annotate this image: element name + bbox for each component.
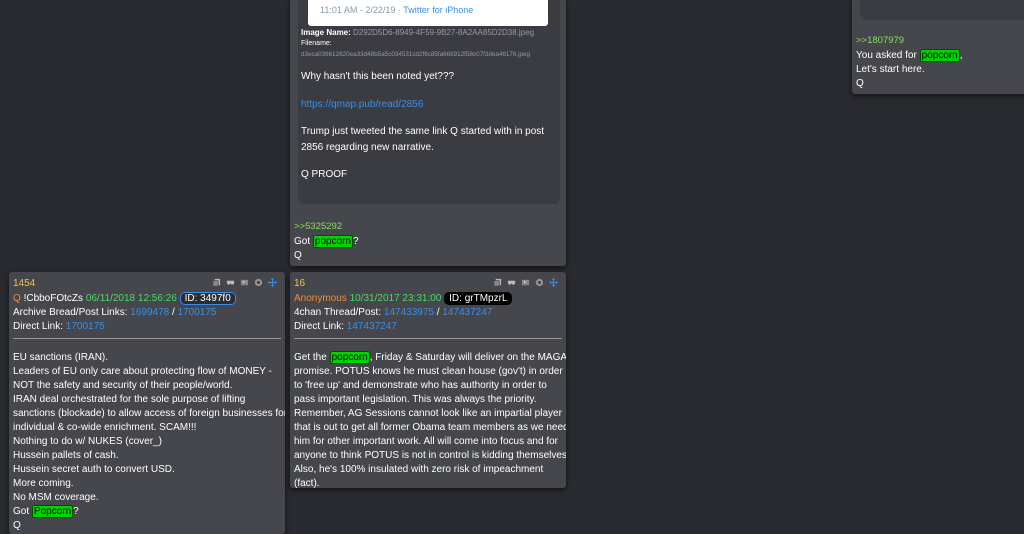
- start-here-text: Let's start here.: [856, 64, 925, 75]
- header-divider: [294, 338, 562, 339]
- embedded-image-box: [860, 0, 1024, 20]
- archive-label: Archive Bread/Post Links:: [13, 307, 128, 318]
- body-line: Leaders of EU only care about protecting…: [13, 366, 272, 377]
- post-date: 10/31/2017 23:31:00: [349, 293, 442, 304]
- body-line: Nothing to do w/ NUKES (cover_): [13, 436, 162, 447]
- body-line: EU sanctions (IRAN).: [13, 352, 109, 363]
- tweet-embed[interactable]: 11:01 AM - 2/22/19 · Twitter for iPhone: [308, 0, 548, 26]
- direct-link-label: Direct Link:: [294, 321, 345, 332]
- body-line: promise. POTUS knows he must clean house…: [294, 366, 563, 377]
- id-badge: ID: grTMpzrL: [444, 292, 513, 305]
- comma: ,: [959, 50, 963, 61]
- body-line: Also, he's 100% insulated with zero risk…: [294, 464, 544, 475]
- post-card-right: >>1807979 You asked for popcorn, Let's s…: [852, 0, 1024, 94]
- post-number: 1454: [13, 278, 36, 289]
- body-line: IRAN deal orchestrated for the sole purp…: [13, 394, 246, 405]
- thread-link-1[interactable]: 147433975: [384, 307, 434, 318]
- q-signature: Q: [856, 78, 864, 89]
- author-anonymous: Anonymous: [294, 293, 347, 304]
- post-card-16: 16 Anonymous 10/31/2017 23:31:00 ID: grT…: [290, 272, 566, 488]
- body-line: individual & co-wide enrichment. SCAM!!!: [13, 422, 197, 433]
- q-signature: Q: [13, 520, 21, 531]
- body-line: that is out to get all former Obama team…: [294, 422, 566, 433]
- quote-reference[interactable]: >>1807979: [856, 34, 963, 48]
- filename-value: d3eca036612620ea33d48b5a5c034531cd2f6c85…: [301, 51, 531, 58]
- body-line: Remember, AG Sessions cannot look like a…: [294, 408, 562, 419]
- popcorn-highlight: popcorn: [919, 49, 960, 62]
- body-line: anyone to think POTUS is not in control …: [294, 450, 566, 461]
- body-line: him for other important work. All will c…: [294, 436, 558, 447]
- body-line: to 'free up' and demonstrate who has aut…: [294, 380, 547, 391]
- body-line: Hussein secret auth to convert USD.: [13, 464, 175, 475]
- body-line: pass important legislation. This was alw…: [294, 394, 537, 405]
- body-line: sanctions (blockade) to allow access of …: [13, 408, 285, 419]
- q-signature: Q: [294, 250, 302, 261]
- popcorn-highlight: popcorn: [329, 351, 370, 364]
- image-name-value: D292D5D6-8949-4F59-9B27-8A2AA85D2D38.jpe…: [353, 28, 535, 37]
- post-card-1454: 1454 Q !CbboFOtcZs 06/11/2018 12:56:26 I…: [9, 272, 285, 534]
- post-date: 06/11/2018 12:56:26: [85, 293, 177, 304]
- popcorn-highlight: popcorn: [312, 235, 354, 248]
- post-line-1: Why hasn't this been noted yet???: [301, 71, 455, 82]
- image-name-label: Image Name:: [301, 28, 351, 37]
- post-paragraph-1: Trump just tweeted the same link Q start…: [301, 126, 545, 137]
- tripcode: !CbboFOtcZs: [23, 293, 84, 304]
- direct-link[interactable]: 1700175: [66, 321, 105, 332]
- direct-link[interactable]: 147437247: [347, 321, 397, 332]
- archive-link-1[interactable]: 1699478: [130, 307, 169, 318]
- get-the-text: Get the: [294, 352, 330, 363]
- post-paragraph-2: 2856 regarding new narrative.: [301, 142, 434, 153]
- header-divider: [13, 338, 281, 339]
- you-asked-text: You asked for: [856, 50, 920, 61]
- body-line: NOT the safety and security of their peo…: [13, 380, 233, 391]
- question-mark: ?: [73, 506, 79, 517]
- post-number: 16: [294, 278, 306, 289]
- body-line: , Friday & Saturday will deliver on the …: [369, 352, 566, 363]
- archive-link-2[interactable]: 1700175: [178, 307, 217, 318]
- q-proof-text: Q PROOF: [301, 169, 348, 180]
- got-text: Got: [294, 236, 313, 247]
- direct-link-label: Direct Link:: [13, 321, 64, 332]
- body-line: More coming.: [13, 478, 74, 489]
- body-line: Hussein pallets of cash.: [13, 450, 119, 461]
- thread-link-2[interactable]: 147437247: [442, 307, 492, 318]
- link-separator: /: [169, 307, 178, 318]
- body-line: (fact).: [294, 478, 320, 488]
- qmap-link[interactable]: https://qmap.pub/read/2856: [301, 98, 561, 112]
- popcorn-highlight: Popcorn: [31, 505, 74, 518]
- post-card-top: 11:01 AM - 2/22/19 · Twitter for iPhone …: [290, 0, 566, 266]
- tweet-source-link[interactable]: Twitter for iPhone: [403, 5, 473, 15]
- filename-label: Filename:: [301, 40, 332, 47]
- author-q: Q: [13, 293, 21, 304]
- quote-reference[interactable]: >>5325292: [294, 220, 359, 234]
- id-badge: ID: 3497f0: [179, 292, 236, 305]
- body-line: No MSM coverage.: [13, 492, 99, 503]
- got-text: Got: [13, 506, 32, 517]
- tweet-timestamp: 11:01 AM - 2/22/19 ·: [320, 5, 404, 15]
- thread-label: 4chan Thread/Post:: [294, 307, 382, 318]
- question-mark: ?: [353, 236, 359, 247]
